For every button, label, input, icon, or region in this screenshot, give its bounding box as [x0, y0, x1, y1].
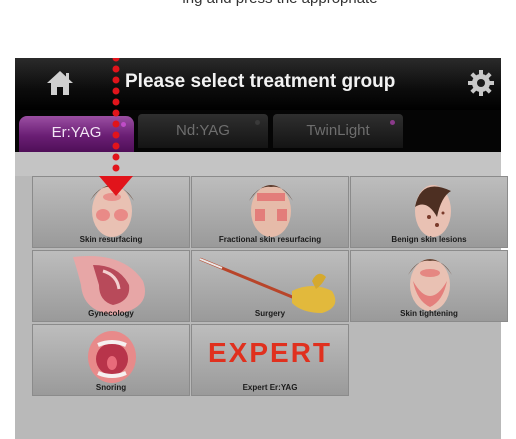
- tile-label: Snoring: [95, 383, 127, 392]
- tab-label: TwinLight: [306, 122, 370, 139]
- page-title: Please select treatment group: [125, 71, 396, 92]
- tab-indicator-dot: [255, 120, 260, 125]
- tab-er-yag[interactable]: Er:YAG: [19, 116, 134, 152]
- tab-bar: Er:YAG Nd:YAG TwinLight: [15, 110, 501, 152]
- tile-label: Skin tightening: [400, 309, 458, 318]
- tile-label: Benign skin lesions: [391, 235, 467, 244]
- tile-label: Fractional skin resurfacing: [218, 235, 322, 244]
- tile-snoring[interactable]: Snoring: [32, 324, 190, 396]
- tile-benign-skin-lesions[interactable]: Benign skin lesions: [350, 176, 508, 248]
- instruction-caption: ing and press the appropriate: [180, 0, 380, 10]
- tile-surgery[interactable]: Surgery: [191, 250, 349, 322]
- tile-label: Skin resurfacing: [79, 235, 143, 244]
- tile-label: Gynecology: [88, 309, 134, 318]
- header-bar: Please select treatment group: [15, 58, 501, 110]
- home-icon[interactable]: [45, 69, 75, 97]
- tile-expert-er-yag[interactable]: EXPERT Expert Er:YAG: [191, 324, 349, 396]
- tab-label: Er:YAG: [51, 124, 102, 141]
- tab-nd-yag[interactable]: Nd:YAG: [138, 114, 268, 148]
- tab-indicator-dot: [390, 120, 395, 125]
- tile-gynecology[interactable]: Gynecology: [32, 250, 190, 322]
- device-screen: Please select treatment group Er:YAG Nd:…: [15, 58, 508, 439]
- gear-icon[interactable]: [467, 69, 495, 97]
- tab-label: Nd:YAG: [176, 122, 230, 139]
- tile-fractional-skin-resurfacing[interactable]: Fractional skin resurfacing: [191, 176, 349, 248]
- tab-indicator-dot: [121, 122, 126, 127]
- content-area-top: [15, 152, 501, 176]
- tile-skin-tightening[interactable]: Skin tightening: [350, 250, 508, 322]
- tab-twinlight[interactable]: TwinLight: [273, 114, 403, 148]
- tile-label: Surgery: [254, 309, 286, 318]
- tile-label: Expert Er:YAG: [242, 383, 298, 392]
- tile-skin-resurfacing[interactable]: Skin resurfacing: [32, 176, 190, 248]
- expert-logo: EXPERT: [207, 337, 333, 368]
